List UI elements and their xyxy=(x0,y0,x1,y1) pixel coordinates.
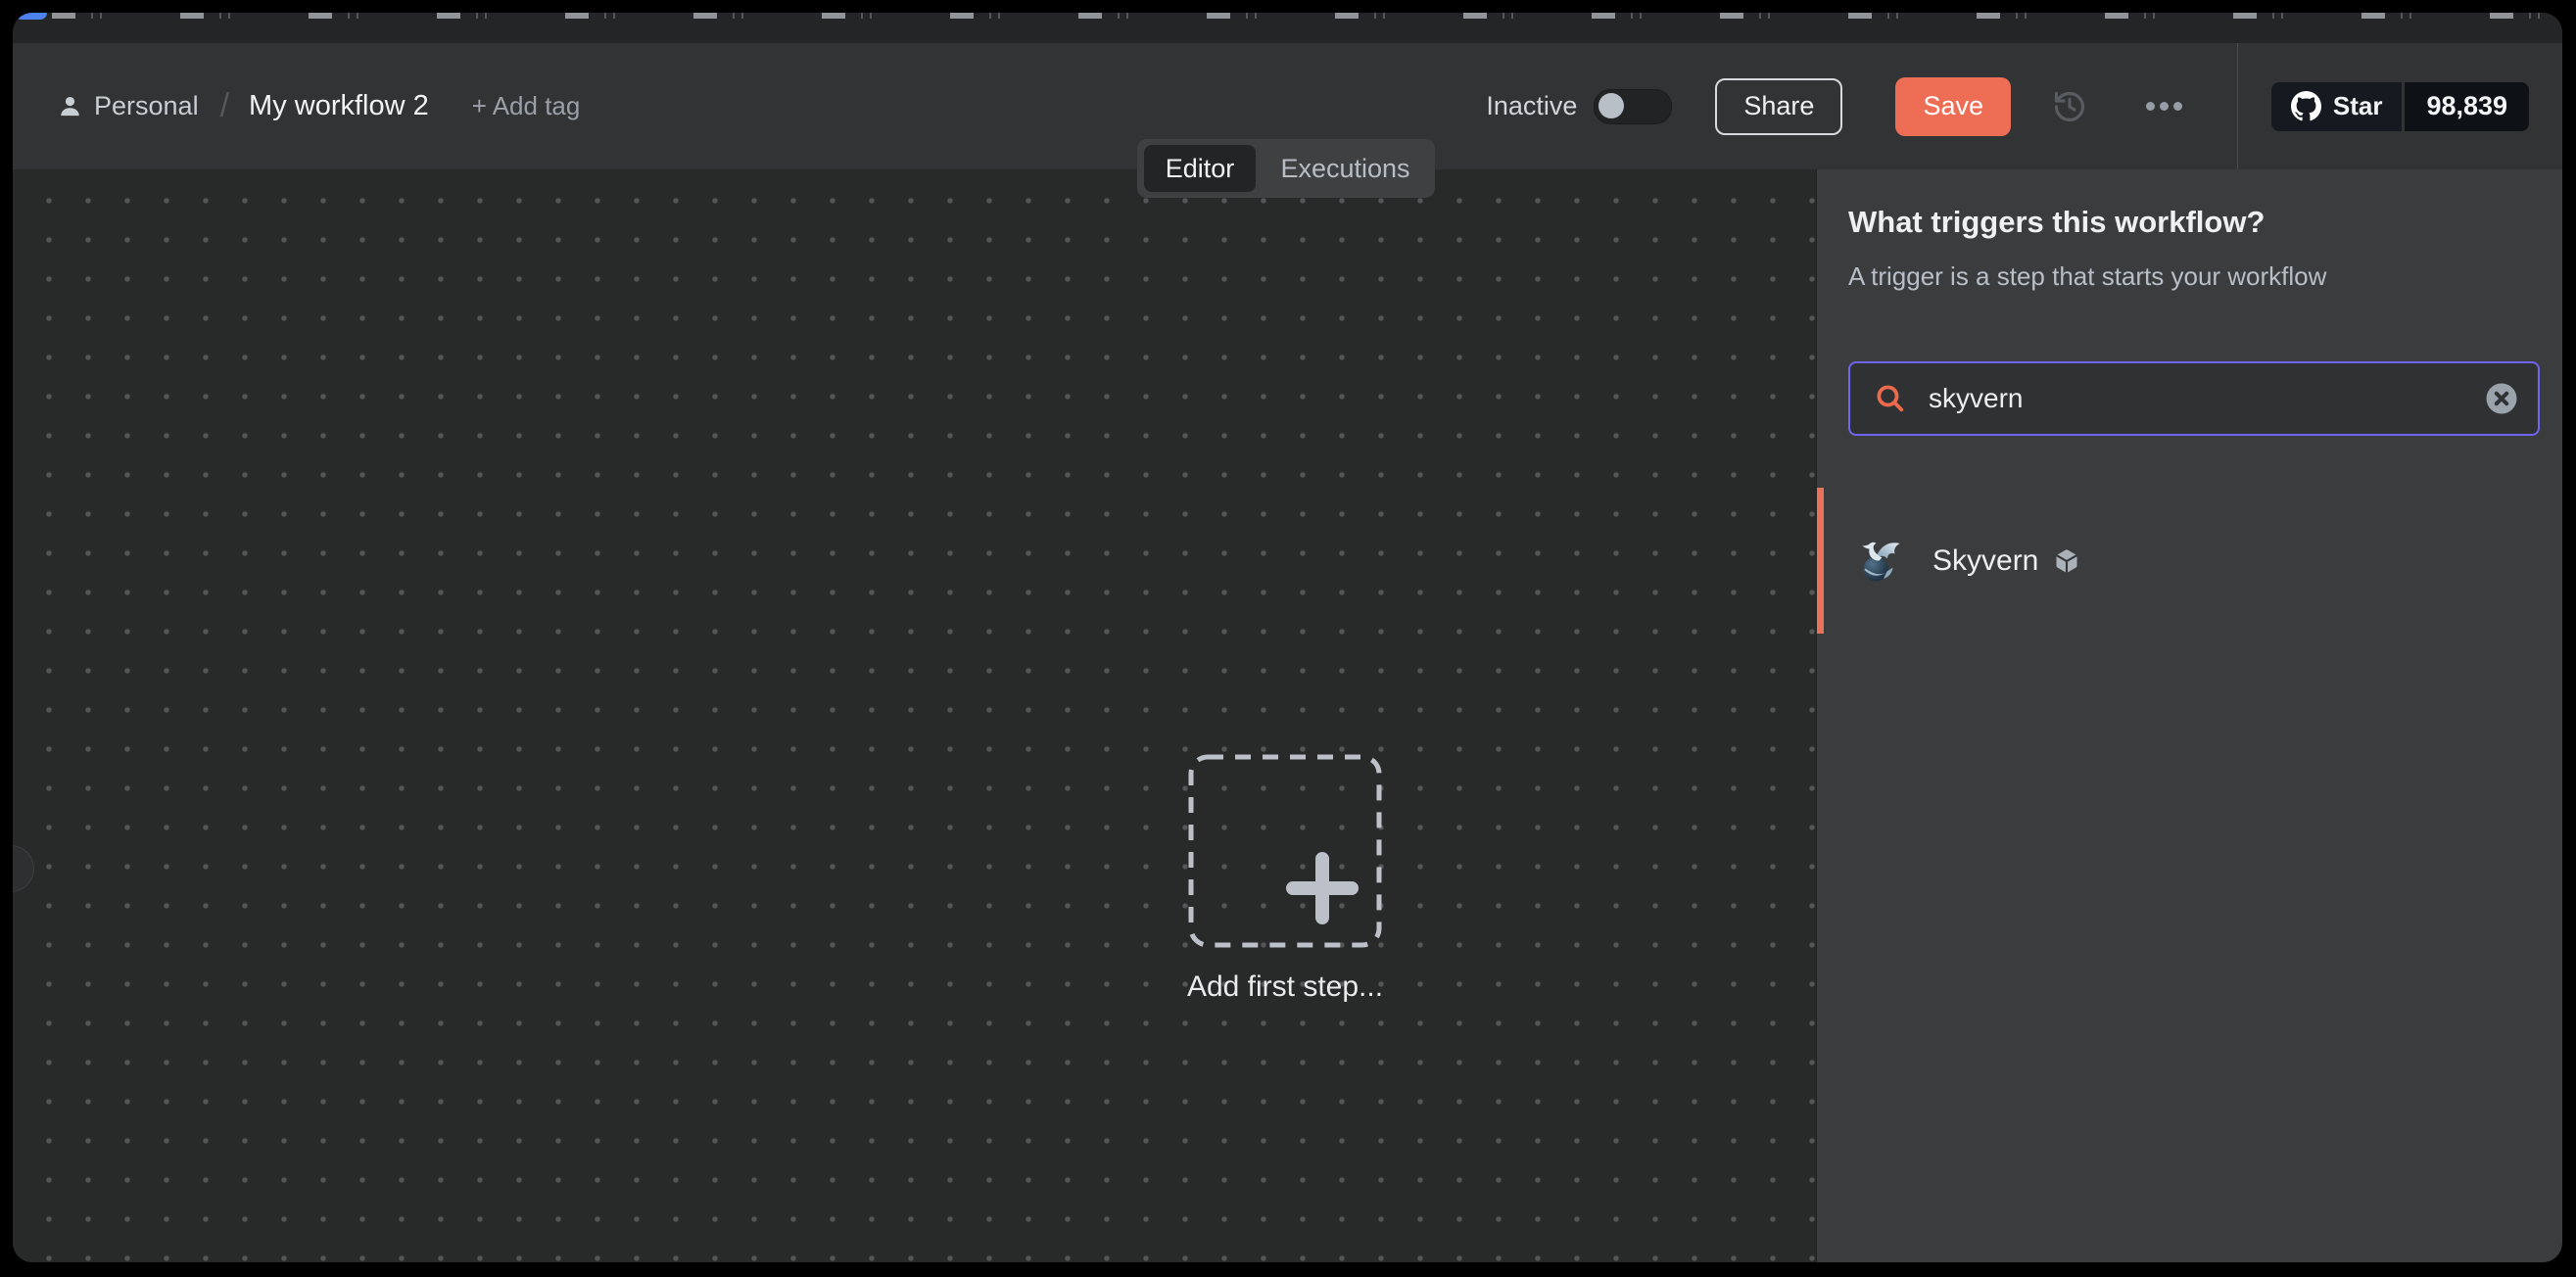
activation-label: Inactive xyxy=(1486,91,1577,121)
panel-subtitle: A trigger is a step that starts your wor… xyxy=(1848,261,2326,292)
search-input[interactable] xyxy=(1927,382,2485,415)
browser-tabstrip-remnant xyxy=(13,13,2562,43)
skyvern-logo-icon xyxy=(1855,538,1902,585)
more-options-button[interactable] xyxy=(2146,102,2182,111)
panel-title: What triggers this workflow? xyxy=(1848,205,2265,240)
github-star-widget[interactable]: Star 98,839 xyxy=(2271,82,2529,131)
search-icon xyxy=(1874,382,1907,415)
github-icon xyxy=(2291,91,2321,121)
result-accent-bar xyxy=(1817,488,1824,634)
favicon-marks xyxy=(52,13,2543,19)
trigger-panel: What triggers this workflow? A trigger i… xyxy=(1816,169,2562,1262)
node-search-box xyxy=(1848,361,2540,436)
breadcrumb-project[interactable]: Personal xyxy=(57,91,199,121)
github-star-count: 98,839 xyxy=(2405,82,2529,131)
clear-search-button[interactable] xyxy=(2485,382,2518,415)
save-button[interactable]: Save xyxy=(1895,77,2011,136)
screenshot-stage: Personal / My workflow 2 + Add tag Inact… xyxy=(0,0,2576,1277)
node-result-skyvern[interactable]: Skyvern xyxy=(1817,488,2562,634)
workflow-title[interactable]: My workflow 2 xyxy=(249,90,429,122)
clear-icon xyxy=(2485,382,2518,415)
add-first-step-label: Add first step... xyxy=(1040,970,1530,1004)
history-icon xyxy=(2052,89,2087,124)
app-window: Personal / My workflow 2 + Add tag Inact… xyxy=(13,13,2562,1262)
activation-toggle[interactable] xyxy=(1594,89,1672,124)
breadcrumb-separator: / xyxy=(220,87,229,125)
share-button[interactable]: Share xyxy=(1715,78,1842,135)
main-area: Add first step... What triggers this wor… xyxy=(13,169,2562,1262)
github-star-label: Star xyxy=(2333,91,2383,121)
view-tab-switcher: Editor Executions xyxy=(1137,139,1435,198)
add-first-step-box[interactable] xyxy=(1188,754,1382,948)
breadcrumb-project-label: Personal xyxy=(94,91,199,121)
active-tab-sliver xyxy=(15,13,47,20)
community-node-icon xyxy=(2053,547,2080,575)
user-icon xyxy=(57,93,83,119)
sidebar-expand-handle[interactable] xyxy=(13,845,34,892)
header-actions: Inactive Share Save xyxy=(1486,43,2562,169)
node-name: Skyvern xyxy=(1932,544,2038,578)
tab-editor[interactable]: Editor xyxy=(1144,145,1256,192)
workflow-canvas[interactable]: Add first step... xyxy=(13,169,1816,1262)
tab-executions[interactable]: Executions xyxy=(1256,145,1435,192)
toggle-knob xyxy=(1598,93,1624,118)
breadcrumb: Personal / My workflow 2 + Add tag xyxy=(57,87,580,125)
github-section: Star 98,839 xyxy=(2238,82,2562,131)
add-tag-button[interactable]: + Add tag xyxy=(472,91,581,121)
history-button[interactable] xyxy=(2050,89,2089,124)
